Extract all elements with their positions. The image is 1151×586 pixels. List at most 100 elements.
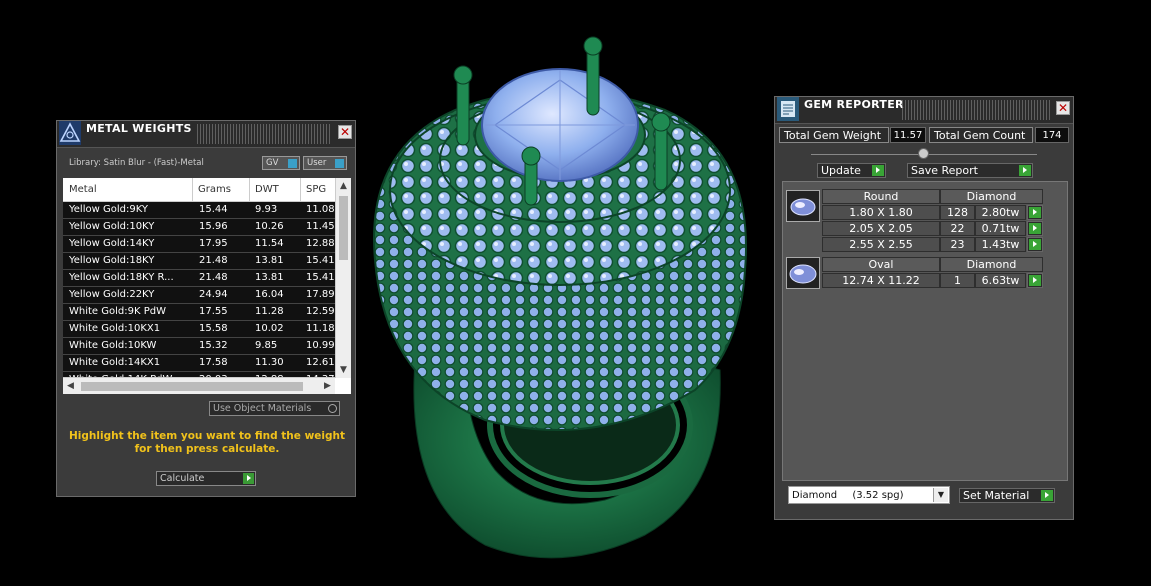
gem-size: 2.05 X 2.05 xyxy=(822,221,940,236)
save-report-label: Save Report xyxy=(911,164,978,177)
chevron-down-icon[interactable]: ▼ xyxy=(933,488,948,502)
update-label: Update xyxy=(821,164,861,177)
metal-name: White Gold:10KW xyxy=(69,340,157,351)
table-row[interactable]: Yellow Gold:18KY 21.48 13.81 15.41 xyxy=(63,253,335,270)
total-gem-count-value: 174 xyxy=(1035,127,1069,143)
select-gems-button[interactable] xyxy=(1027,221,1043,236)
material-select-name: Diamond xyxy=(792,490,838,501)
spg-value: 12.61 xyxy=(306,357,335,368)
table-row[interactable]: Yellow Gold:18KY R... 21.48 13.81 15.41 xyxy=(63,270,335,287)
dwt-value: 11.54 xyxy=(255,238,284,249)
scroll-thumb[interactable] xyxy=(81,382,303,391)
play-arrow-icon xyxy=(1029,275,1041,286)
set-material-label: Set Material xyxy=(963,489,1030,502)
grams-value: 21.48 xyxy=(199,272,228,283)
material-header-diamond: Diamond xyxy=(940,257,1043,272)
table-row[interactable]: Yellow Gold:22KY 24.94 16.04 17.89 xyxy=(63,287,335,304)
table-row[interactable]: White Gold:10KW 15.32 9.85 10.99 xyxy=(63,338,335,355)
total-gem-count-label: Total Gem Count xyxy=(929,127,1033,143)
spg-value: 15.41 xyxy=(306,272,335,283)
close-icon[interactable]: ✕ xyxy=(338,125,352,139)
table-row[interactable]: White Gold:10KX1 15.58 10.02 11.18 xyxy=(63,321,335,338)
user-toggle[interactable]: User xyxy=(303,156,347,170)
total-gem-weight-label: Total Gem Weight xyxy=(779,127,889,143)
grams-value: 24.94 xyxy=(199,289,228,300)
column-header-grams[interactable]: Grams xyxy=(198,184,231,195)
gem-count: 22 xyxy=(940,221,975,236)
spg-value: 12.59 xyxy=(306,306,335,317)
horizontal-scrollbar[interactable]: ◀ ▶ xyxy=(63,377,335,394)
play-arrow-icon xyxy=(1029,223,1041,234)
set-material-button[interactable]: Set Material xyxy=(959,488,1055,503)
metal-name: Yellow Gold:10KY xyxy=(69,221,155,232)
table-row[interactable]: Yellow Gold:10KY 15.96 10.26 11.45 xyxy=(63,219,335,236)
gem-weight: 0.71tw xyxy=(975,221,1026,236)
metal-weights-title: METAL WEIGHTS xyxy=(86,122,192,135)
column-header-metal[interactable]: Metal xyxy=(69,184,97,195)
scroll-down-icon[interactable]: ▼ xyxy=(336,362,351,378)
table-row[interactable]: White Gold:9K PdW 17.55 11.28 12.59 xyxy=(63,304,335,321)
material-header-diamond: Diamond xyxy=(940,189,1043,204)
dwt-value: 11.28 xyxy=(255,306,284,317)
save-report-button[interactable]: Save Report xyxy=(907,163,1033,178)
oval-gem-icon[interactable] xyxy=(786,257,820,289)
gv-toggle[interactable]: GV xyxy=(262,156,300,170)
play-arrow-icon xyxy=(243,473,254,484)
metal-name: Yellow Gold:18KY xyxy=(69,255,155,266)
shape-header-round: Round xyxy=(822,189,940,204)
gem-size: 12.74 X 11.22 xyxy=(822,273,940,288)
gem-size: 2.55 X 2.55 xyxy=(822,237,940,252)
table-row[interactable]: White Gold:14KX1 17.58 11.30 12.61 xyxy=(63,355,335,372)
round-gem-icon[interactable] xyxy=(786,190,820,222)
play-arrow-icon xyxy=(1029,207,1041,218)
spg-value: 11.18 xyxy=(306,323,335,334)
gem-weight: 6.63tw xyxy=(975,273,1026,288)
metal-table-body: Yellow Gold:9KY 15.44 9.93 11.08 Yellow Gold… xyxy=(63,202,335,389)
metal-name: White Gold:10KX1 xyxy=(69,323,161,334)
column-header-dwt[interactable]: DWT xyxy=(255,184,279,195)
table-row[interactable]: Yellow Gold:14KY 17.95 11.54 12.88 xyxy=(63,236,335,253)
metal-table-header: Metal Grams DWT SPG xyxy=(63,178,335,202)
metal-table: Metal Grams DWT SPG Yellow Gold:9KY 15.44… xyxy=(63,178,351,394)
vertical-scrollbar[interactable]: ▲ ▼ xyxy=(335,178,351,378)
gem-weight: 2.80tw xyxy=(975,205,1026,220)
metal-name: Yellow Gold:18KY R... xyxy=(69,272,174,283)
play-arrow-icon xyxy=(872,165,884,176)
select-gems-button[interactable] xyxy=(1027,273,1043,288)
use-object-materials-toggle[interactable]: Use Object Materials xyxy=(209,401,340,416)
select-gems-button[interactable] xyxy=(1027,237,1043,252)
scroll-up-icon[interactable]: ▲ xyxy=(336,178,351,194)
shape-header-oval: Oval xyxy=(822,257,940,272)
close-icon[interactable]: ✕ xyxy=(1056,101,1070,115)
splitter-knob-icon[interactable] xyxy=(918,148,929,159)
scroll-thumb[interactable] xyxy=(339,196,348,260)
update-button[interactable]: Update xyxy=(817,163,886,178)
metal-weights-titlebar[interactable]: METAL WEIGHTS ✕ xyxy=(57,121,355,148)
total-gem-weight-value: 11.57 xyxy=(890,127,926,143)
scroll-right-icon[interactable]: ▶ xyxy=(320,378,335,394)
select-gems-button[interactable] xyxy=(1027,205,1043,220)
scroll-left-icon[interactable]: ◀ xyxy=(63,378,78,394)
titlebar-grip xyxy=(902,100,1052,120)
grams-value: 17.55 xyxy=(199,306,228,317)
spg-value: 12.88 xyxy=(306,238,335,249)
grams-value: 15.32 xyxy=(199,340,228,351)
gem-count: 128 xyxy=(940,205,975,220)
gv-toggle-label: GV xyxy=(266,158,279,168)
user-toggle-label: User xyxy=(307,158,327,168)
grams-value: 17.58 xyxy=(199,357,228,368)
column-header-spg[interactable]: SPG xyxy=(306,184,326,195)
gem-report-area: Round Diamond 1.80 X 1.80 128 2.80tw 2.0… xyxy=(782,181,1068,481)
dwt-value: 13.81 xyxy=(255,272,284,283)
metal-name: Yellow Gold:14KY xyxy=(69,238,155,249)
table-row[interactable]: Yellow Gold:9KY 15.44 9.93 11.08 xyxy=(63,202,335,219)
gem-reporter-titlebar[interactable]: GEM REPORTER ✕ xyxy=(775,97,1073,124)
ring-3d-render xyxy=(373,36,747,559)
instruction-line-2: for then press calculate. xyxy=(134,443,280,455)
spg-value: 11.45 xyxy=(306,221,335,232)
calculate-button[interactable]: Calculate xyxy=(156,471,256,486)
material-select[interactable]: Diamond (3.52 spg) ▼ xyxy=(788,486,950,504)
metal-name: Yellow Gold:9KY xyxy=(69,204,148,215)
gem-weight: 1.43tw xyxy=(975,237,1026,252)
metal-name: White Gold:9K PdW xyxy=(69,306,166,317)
